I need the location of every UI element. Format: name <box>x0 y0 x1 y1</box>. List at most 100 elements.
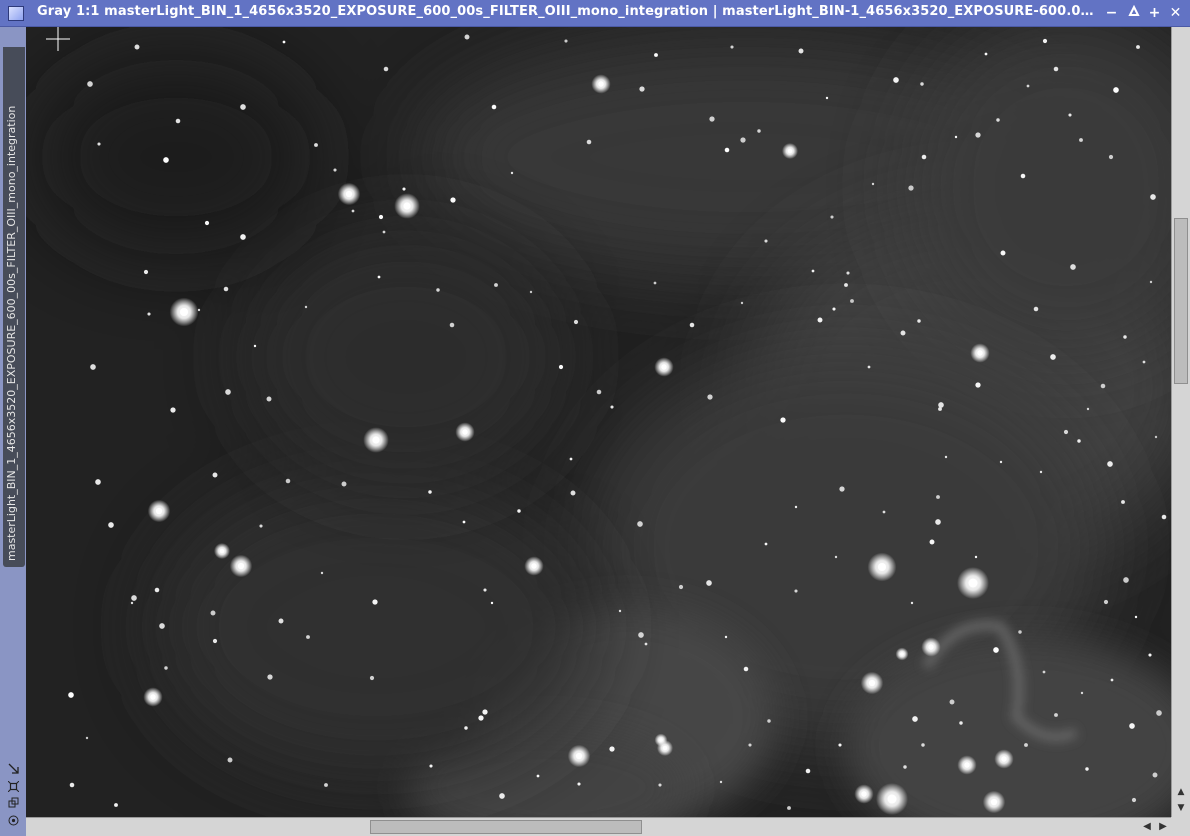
faint-star <box>975 382 981 388</box>
faint-star <box>844 283 848 287</box>
faint-star <box>204 220 210 226</box>
faint-star <box>227 757 233 763</box>
faint-star <box>1110 678 1114 682</box>
faint-star <box>830 215 834 219</box>
faint-star <box>850 299 854 303</box>
faint-star <box>383 66 389 72</box>
faint-star <box>114 803 118 807</box>
faint-star <box>1042 670 1046 674</box>
bright-star-core <box>887 794 897 804</box>
faint-star <box>464 726 468 730</box>
scrollbar-corner <box>1171 817 1190 836</box>
faint-star <box>1086 407 1090 411</box>
bright-star-core <box>990 798 998 806</box>
faint-star <box>1000 250 1006 256</box>
faint-star <box>85 736 89 740</box>
faint-star <box>780 417 786 423</box>
scroll-up-arrow[interactable]: ▲ <box>1175 786 1187 798</box>
scroll-left-arrow[interactable]: ◀ <box>1140 820 1154 834</box>
crosshair-cursor-icon <box>46 27 70 51</box>
horizontal-scroll-thumb[interactable] <box>370 820 642 834</box>
faint-star <box>1018 630 1022 634</box>
faint-star <box>1085 767 1089 771</box>
faint-star <box>483 588 487 592</box>
bright-star-core <box>462 429 468 435</box>
title-bar[interactable]: Gray 1:1 masterLight_BIN_1_4656x3520_EXP… <box>0 0 1190 27</box>
faint-star <box>920 82 924 86</box>
faint-star <box>610 405 614 409</box>
faint-star <box>740 137 746 143</box>
faint-star <box>131 595 137 601</box>
faint-star <box>68 692 74 698</box>
vertical-scroll-thumb[interactable] <box>1174 218 1188 384</box>
faint-star <box>1103 599 1109 605</box>
faint-star <box>108 522 114 528</box>
faint-star <box>1136 45 1140 49</box>
bright-star-core <box>403 202 411 210</box>
scroll-down-arrow[interactable]: ▼ <box>1175 802 1187 814</box>
faint-star <box>1161 514 1167 520</box>
left-sidebar: masterLight_BIN_1_4656x3520_EXPOSURE_600… <box>0 27 26 836</box>
faint-star <box>639 86 645 92</box>
fit-icon[interactable] <box>7 780 19 793</box>
faint-star <box>1129 723 1135 729</box>
bright-star-core <box>977 350 983 356</box>
faint-star <box>637 521 643 527</box>
faint-star <box>1077 439 1081 443</box>
faint-star <box>499 793 505 799</box>
faint-star <box>903 765 907 769</box>
faint-star <box>638 632 644 638</box>
faint-star <box>210 610 216 616</box>
faint-star <box>351 209 355 213</box>
faint-star <box>993 647 999 653</box>
faint-star <box>87 81 93 87</box>
bright-star-core <box>968 578 978 588</box>
faint-star <box>97 142 101 146</box>
faint-star <box>811 269 815 273</box>
faint-star <box>570 490 576 496</box>
faint-star <box>1080 691 1084 695</box>
faint-star <box>491 104 497 110</box>
faint-star <box>573 319 579 325</box>
scroll-right-arrow[interactable]: ▶ <box>1156 820 1170 834</box>
faint-star <box>689 322 695 328</box>
maximize-button[interactable]: + <box>1146 5 1163 22</box>
faint-star <box>798 48 804 54</box>
faint-star <box>1033 306 1039 312</box>
faint-star <box>333 168 337 172</box>
faint-star <box>482 709 488 715</box>
faint-star <box>999 460 1003 464</box>
clone-icon[interactable] <box>7 797 19 809</box>
faint-star <box>1154 435 1158 439</box>
faint-star <box>678 584 684 590</box>
shade-button[interactable] <box>1125 4 1142 22</box>
faint-star <box>838 743 842 747</box>
faint-star <box>974 555 978 559</box>
faint-star <box>1107 461 1113 467</box>
faint-star <box>175 118 181 124</box>
identifier-tab[interactable]: masterLight_BIN_1_4656x3520_EXPOSURE_600… <box>3 47 25 567</box>
faint-star <box>90 364 96 370</box>
image-window-icon[interactable] <box>8 6 24 21</box>
faint-star <box>707 394 713 400</box>
image-window: Gray 1:1 masterLight_BIN_1_4656x3520_EXP… <box>0 0 1190 836</box>
bright-star-core <box>787 148 793 154</box>
faint-star <box>724 635 728 639</box>
image-viewport[interactable] <box>26 27 1171 817</box>
close-button[interactable]: ✕ <box>1167 5 1184 22</box>
bright-star-core <box>659 738 663 742</box>
faint-star <box>1149 280 1153 284</box>
vertical-scrollbar[interactable]: ▲ ▼ <box>1171 27 1190 817</box>
faint-star <box>1123 335 1127 339</box>
target-icon[interactable] <box>7 815 19 827</box>
faint-star <box>478 715 484 721</box>
faint-star <box>259 524 263 528</box>
faint-star <box>510 171 514 175</box>
faint-star <box>730 45 734 49</box>
minimize-button[interactable]: − <box>1103 5 1120 22</box>
faint-star <box>1053 66 1059 72</box>
faint-star <box>1026 84 1030 88</box>
horizontal-scrollbar[interactable]: ◀ ▶ <box>26 817 1171 836</box>
faint-star <box>494 283 498 287</box>
shrink-icon[interactable] <box>7 763 19 775</box>
